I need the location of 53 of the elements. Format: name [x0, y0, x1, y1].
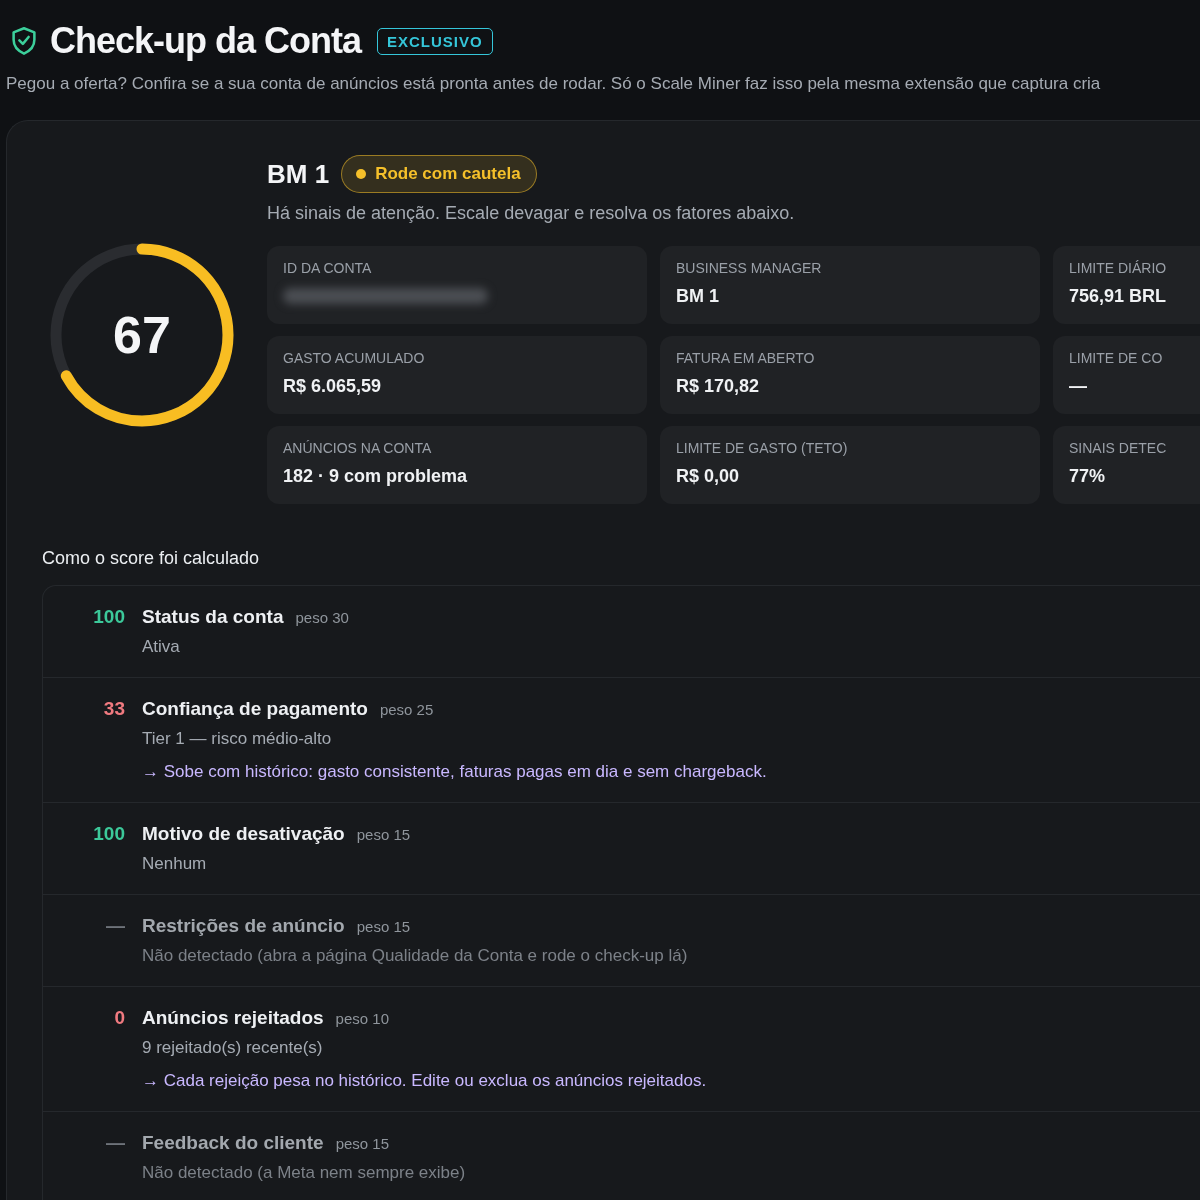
factor-tip: → Sobe com histórico: gasto consistente, faturas pagas em dia e sem chargeback. — [142, 762, 768, 782]
factor-name: Anúncios rejeitados — [142, 1007, 324, 1029]
status-pill: Rode com cautela — [341, 155, 537, 193]
factor-detail: Não detectado (a Meta nem sempre exibe) — [142, 1163, 467, 1183]
factor-weight: peso 30 — [295, 609, 349, 626]
field-label: LIMITE DE GASTO (TETO) — [676, 440, 849, 456]
account-name: BM 1 — [267, 158, 330, 190]
factor-score: 33 — [102, 698, 125, 721]
field-value: 77% — [1069, 466, 1107, 487]
factor-detail: 9 rejeitado(s) recente(s) — [142, 1038, 324, 1058]
score-value: 67 — [113, 306, 171, 364]
factor-score: 0 — [113, 1007, 125, 1030]
factor-name: Restrições de anúncio — [142, 915, 345, 937]
field-value: 756,91 BRL — [1069, 286, 1168, 307]
section-title: Como o score foi calculado — [42, 548, 261, 569]
factor-name: Motivo de desativação — [142, 823, 345, 845]
factor-name: Confiança de pagamento — [142, 698, 368, 720]
factor-detail: Não detectado (abra a página Qualidade da Conta e rode o check-up lá) — [142, 946, 689, 966]
field-label: ID DA CONTA — [283, 260, 373, 276]
shield-check-icon — [10, 26, 38, 56]
factor-name: Status da conta — [142, 606, 284, 628]
field-label: LIMITE DE CO — [1069, 350, 1164, 366]
field-label: LIMITE DIÁRIO — [1069, 260, 1168, 276]
status-message: Há sinais de atenção. Escale devagar e resolva os fatores abaixo. — [267, 203, 796, 224]
factor-detail: Tier 1 — risco médio-alto — [142, 729, 333, 749]
field-value: R$ 0,00 — [676, 466, 741, 487]
page-title: Check-up da Conta — [50, 20, 362, 62]
field-value: 182 · 9 com problema — [283, 466, 469, 487]
page-subtitle: Pegou a oferta? Confira se a sua conta de anúncios está pronta antes de rodar. Só o Scale Miner faz isso pela mesma extensão que captura cria — [6, 74, 1102, 94]
factor-score: — — [105, 1132, 125, 1155]
field-value: R$ 6.065,59 — [283, 376, 383, 397]
field-label: ANÚNCIOS NA CONTA — [283, 440, 433, 456]
factor-weight: peso 25 — [379, 701, 434, 718]
field-label: FATURA EM ABERTO — [676, 350, 816, 366]
status-dot-icon — [356, 169, 367, 179]
factor-score: 100 — [92, 823, 125, 846]
field-label: BUSINESS MANAGER — [676, 260, 823, 276]
factor-weight: peso 10 — [335, 1010, 389, 1027]
factor-weight: peso 15 — [356, 826, 411, 843]
field-label: GASTO ACUMULADO — [283, 350, 426, 366]
factor-score: — — [105, 915, 125, 938]
factor-weight: peso 15 — [356, 918, 411, 935]
factor-name: Feedback do cliente — [142, 1132, 324, 1154]
field-value: BM 1 — [676, 286, 720, 307]
field-value: R$ 170,82 — [676, 376, 761, 397]
factor-weight: peso 15 — [335, 1135, 389, 1152]
exclusive-badge: EXCLUSIVO — [377, 27, 493, 55]
field-label: SINAIS DETEC — [1069, 440, 1168, 456]
factor-detail: Nenhum — [142, 854, 208, 874]
field-value: — — [1069, 376, 1088, 397]
factor-score: 100 — [92, 606, 125, 629]
factor-tip: → Cada rejeição pesa no histórico. Edite ou exclua os anúncios rejeitados. — [142, 1071, 708, 1091]
factor-detail: Ativa — [142, 637, 181, 657]
